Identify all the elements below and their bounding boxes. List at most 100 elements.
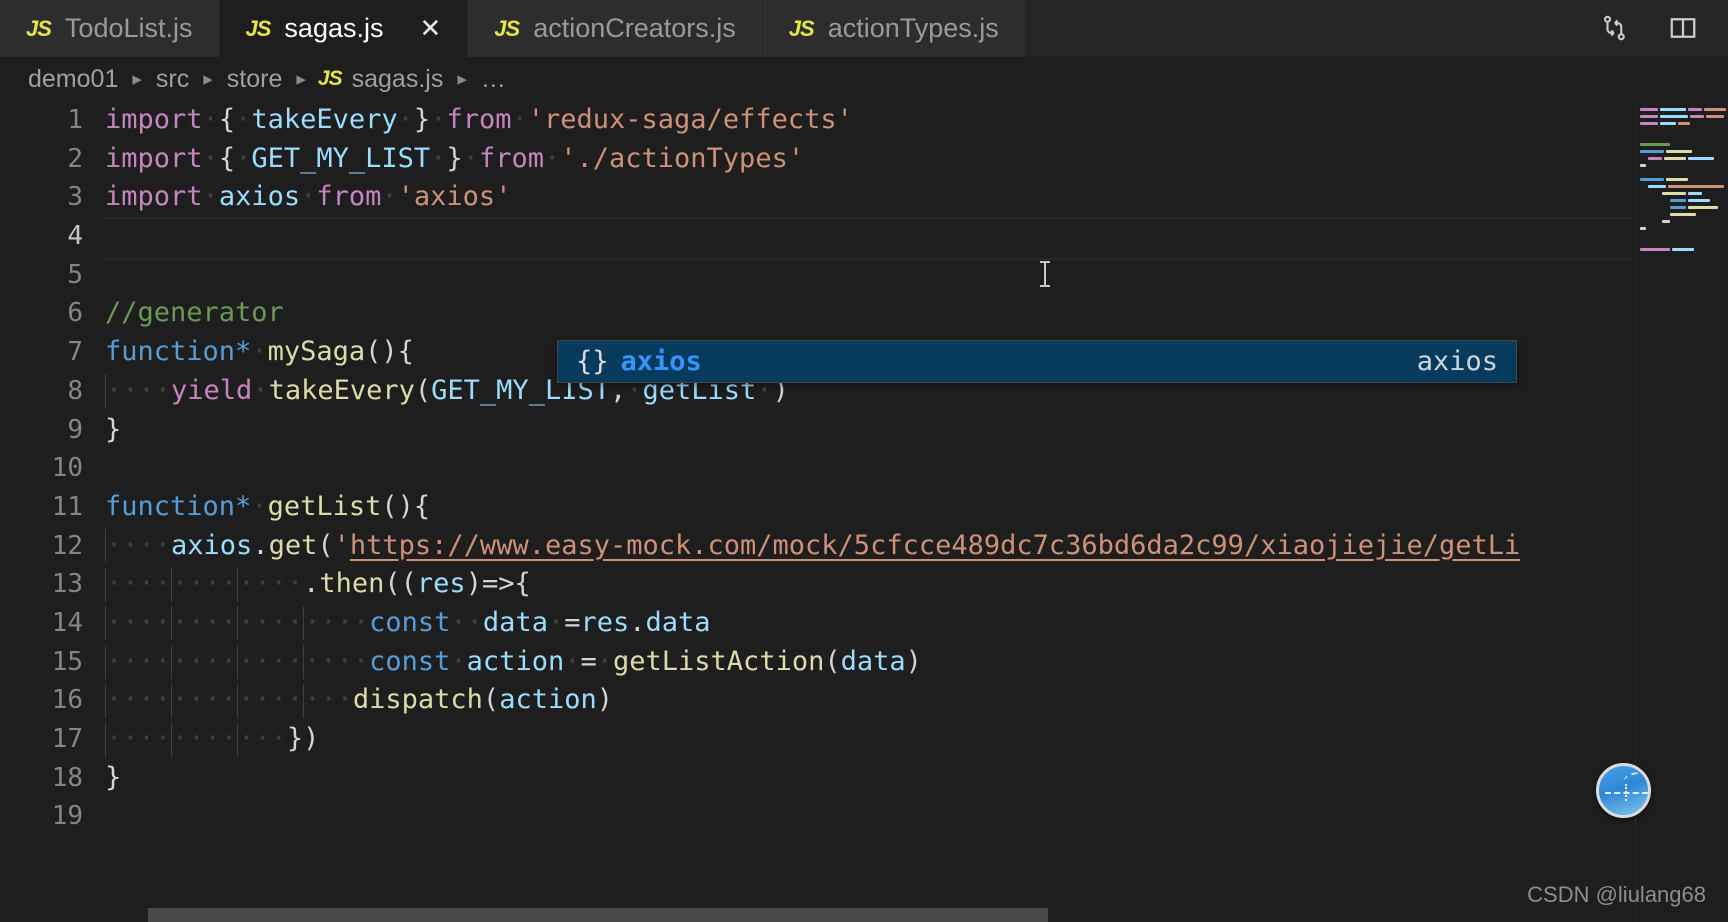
suggest-widget[interactable]: {} axios axios — [557, 340, 1517, 383]
code-editor[interactable]: 1 import·{·takeEvery·}·from·'redux-saga/… — [0, 101, 1728, 922]
token-punctuation: ( — [482, 684, 500, 716]
line-number: 19 — [51, 801, 83, 832]
compare-changes-icon[interactable] — [1598, 11, 1632, 45]
line-number: 6 — [67, 298, 83, 329]
token-method: get — [268, 529, 318, 561]
editor-tab-bar: JS TodoList.js JS sagas.js ✕ JS actionCr… — [0, 0, 1728, 57]
code-line: 19 — [0, 797, 1728, 836]
token-punctuation: ( — [414, 374, 432, 406]
code-line: 10 — [0, 449, 1728, 488]
token-punctuation: . — [303, 568, 320, 600]
token-identifier: axios — [218, 181, 301, 213]
js-file-icon: JS — [317, 67, 343, 90]
line-number: 10 — [51, 453, 83, 484]
token-identifier: data — [482, 606, 548, 638]
suggest-label: axios — [620, 346, 702, 377]
token-from: from — [316, 181, 382, 213]
token-punctuation: . — [629, 606, 646, 638]
code-lines: 1 import·{·takeEvery·}·from·'redux-saga/… — [0, 101, 1728, 836]
split-editor-icon[interactable] — [1666, 11, 1700, 45]
token-punctuation: ) — [905, 645, 922, 677]
token-function-keyword: function* — [105, 490, 252, 522]
line-content: ············.then((res)=>{ — [105, 565, 1728, 604]
line-content: ················const·action·=·getListAc… — [105, 643, 1728, 682]
tab-todolist-js[interactable]: JS TodoList.js — [0, 0, 220, 57]
line-content: import·{·GET_MY_LIST·}·from·'./actionTyp… — [105, 142, 805, 174]
token-call: dispatch — [352, 684, 483, 716]
code-line: 11 function*·getList(){ — [0, 488, 1728, 527]
token-from: from — [446, 104, 512, 135]
code-line: 5 — [0, 256, 1728, 295]
line-number: 1 — [67, 105, 83, 135]
line-number: 16 — [51, 685, 83, 716]
tab-label: TodoList.js — [64, 13, 193, 43]
chevron-right-icon: ▸ — [203, 68, 213, 90]
breadcrumb-item-demo01[interactable]: demo01 — [26, 65, 120, 94]
token-call: getListAction — [613, 645, 825, 677]
tab-actiontypes-js[interactable]: JS actionTypes.js — [762, 0, 1026, 57]
line-content: ···········}) — [105, 720, 1728, 759]
token-punctuation: (){ — [381, 490, 431, 522]
js-file-icon: JS — [245, 15, 272, 41]
globe-arc — [1622, 770, 1644, 786]
chevron-right-icon: ▸ — [457, 68, 467, 90]
token-const: const — [369, 606, 451, 638]
suggest-row-axios[interactable]: {} axios — [576, 346, 702, 377]
tab-label: actionCreators.js — [533, 13, 736, 43]
scrollbar-thumb[interactable] — [148, 908, 1048, 922]
line-number: 11 — [51, 491, 83, 522]
vscode-window: JS TodoList.js JS sagas.js ✕ JS actionCr… — [0, 0, 1728, 922]
suggest-detail: axios — [1416, 346, 1498, 377]
chevron-right-icon: ▸ — [132, 68, 142, 90]
code-line: 14 ················const··data·=res.data — [0, 604, 1728, 643]
token-brace: { — [218, 104, 236, 135]
breadcrumb-item-more[interactable]: … — [479, 65, 508, 94]
globe-cursor-icon — [1596, 763, 1651, 818]
code-line: 1 import·{·takeEvery·}·from·'redux-saga/… — [0, 101, 1728, 140]
watermark: CSDN @liulang68 — [1527, 882, 1706, 907]
horizontal-scrollbar[interactable] — [148, 908, 1568, 922]
token-quote: ' — [333, 529, 350, 561]
token-object: axios — [171, 529, 253, 561]
token-function-name: mySaga — [267, 336, 366, 368]
token-comment: //generator — [105, 297, 284, 329]
minimap[interactable] — [1636, 101, 1728, 922]
token-function-keyword: function* — [105, 336, 252, 368]
token-import: import — [105, 142, 203, 174]
url-link[interactable]: https://www.easy-mock.com/mock/5cfcce489… — [350, 530, 1520, 561]
line-number: 5 — [67, 259, 83, 290]
code-line: 12 ····axios.get('https://www.easy-mock.… — [0, 527, 1728, 566]
breadcrumb-item-src[interactable]: src — [154, 65, 191, 94]
line-content: ················const··data·=res.data — [105, 604, 1728, 643]
token-import: import — [105, 104, 203, 135]
breadcrumb-item-sagas-js[interactable]: sagas.js — [350, 65, 446, 94]
line-number: 9 — [67, 414, 83, 445]
code-line: 6 //generator — [0, 294, 1728, 333]
line-number: 7 — [67, 337, 83, 368]
token-brace: } — [105, 761, 122, 793]
token-identifier: action — [466, 645, 565, 677]
token-punctuation: }) — [286, 723, 320, 754]
line-content: import·{·takeEvery·}·from·'redux-saga/ef… — [105, 104, 853, 135]
module-braces-icon: {} — [576, 346, 609, 377]
token-arrow: )=>{ — [465, 568, 531, 600]
token-identifier: GET_MY_LIST — [251, 142, 431, 174]
line-content: } — [105, 759, 1728, 798]
tab-actioncreators-js[interactable]: JS actionCreators.js — [468, 0, 763, 57]
line-number: 15 — [51, 646, 83, 677]
token-brace: } — [105, 413, 122, 445]
line-number: 4 — [67, 221, 83, 252]
code-line: 16 ···············dispatch(action) — [0, 681, 1728, 720]
token-property: data — [645, 606, 711, 638]
tab-sagas-js[interactable]: JS sagas.js ✕ — [219, 0, 469, 57]
line-content: import·axios·from·'axios' — [105, 181, 512, 213]
breadcrumb-item-store[interactable]: store — [225, 65, 285, 94]
code-line: 13 ············.then((res)=>{ — [0, 565, 1728, 604]
code-line: 18 } — [0, 759, 1728, 798]
breadcrumb: demo01 ▸ src ▸ store ▸ JS sagas.js ▸ … — [0, 57, 1728, 101]
tab-bar-spacer — [1025, 0, 1570, 56]
token-punctuation: ) — [596, 684, 613, 716]
line-content: } — [105, 411, 1728, 450]
token-argument: action — [499, 684, 597, 716]
close-icon[interactable]: ✕ — [419, 13, 441, 44]
